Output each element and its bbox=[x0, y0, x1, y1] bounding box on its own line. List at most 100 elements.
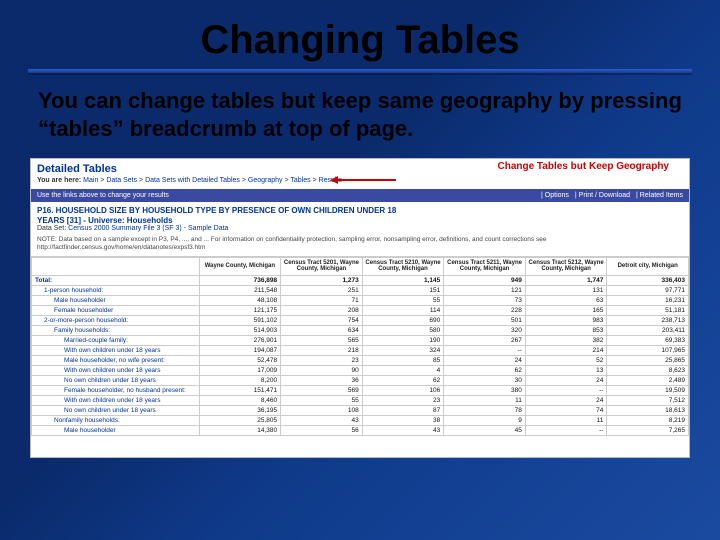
row-label: No own children under 18 years bbox=[32, 405, 200, 415]
changebar-text: Use the links above to change your resul… bbox=[37, 192, 169, 199]
data-cell: 324 bbox=[362, 345, 444, 355]
table-row: Total:736,8981,2731,1459491,747336,403 bbox=[32, 275, 689, 285]
row-label: With own children under 18 years bbox=[32, 345, 200, 355]
data-cell: 19,509 bbox=[607, 385, 689, 395]
data-set-link[interactable]: Census 2000 Summary File 3 (SF 3) - Samp… bbox=[68, 225, 228, 232]
changebar-actions: | Options | Print / Download | Related Ite… bbox=[535, 192, 683, 199]
table-row: No own children under 18 years36,1951088… bbox=[32, 405, 689, 415]
data-cell: 25,865 bbox=[607, 355, 689, 365]
table-row: With own children under 18 years17,00990… bbox=[32, 365, 689, 375]
data-cell: 194,087 bbox=[199, 345, 281, 355]
data-set-line: Data Set: Census 2000 Summary File 3 (SF… bbox=[31, 225, 689, 234]
table-row: With own children under 18 years194,0872… bbox=[32, 345, 689, 355]
data-cell: 18,613 bbox=[607, 405, 689, 415]
data-cell: 74 bbox=[525, 405, 607, 415]
data-cell: 87 bbox=[362, 405, 444, 415]
data-cell: 38 bbox=[362, 415, 444, 425]
table-note: NOTE: Data based on a sample except in P… bbox=[31, 234, 689, 257]
data-cell: 78 bbox=[444, 405, 526, 415]
slide-body-text: You can change tables but keep same geog… bbox=[28, 87, 692, 152]
row-label: With own children under 18 years bbox=[32, 395, 200, 405]
toolbar-action[interactable]: | Related Items bbox=[636, 192, 683, 199]
breadcrumb-link-data-sets-with-detailed-tables[interactable]: Data Sets with Detailed Tables bbox=[145, 177, 240, 184]
data-cell: 106 bbox=[362, 385, 444, 395]
data-cell: 24 bbox=[525, 395, 607, 405]
row-label: No own children under 18 years bbox=[32, 375, 200, 385]
row-label: 1-person household: bbox=[32, 285, 200, 295]
row-label: 2-or-more-person household: bbox=[32, 315, 200, 325]
data-cell: 52 bbox=[525, 355, 607, 365]
breadcrumb-link-geography[interactable]: Geography bbox=[248, 177, 283, 184]
breadcrumb-link-tables[interactable]: Tables bbox=[290, 177, 310, 184]
row-label: Male householder bbox=[32, 295, 200, 305]
data-cell: 1,145 bbox=[362, 275, 444, 285]
breadcrumb-separator: > bbox=[137, 177, 145, 184]
data-cell: 690 bbox=[362, 315, 444, 325]
data-cell: 565 bbox=[281, 335, 363, 345]
row-label: Male householder, no wife present: bbox=[32, 355, 200, 365]
table-row: Male householder, no wife present:52,478… bbox=[32, 355, 689, 365]
embedded-screenshot: Change Tables but Keep Geography Detaile… bbox=[30, 158, 690, 458]
data-cell: 52,478 bbox=[199, 355, 281, 365]
table-row: 2-or-more-person household:591,102754690… bbox=[32, 315, 689, 325]
data-cell: 23 bbox=[281, 355, 363, 365]
data-cell: 17,009 bbox=[199, 365, 281, 375]
data-cell: 11 bbox=[444, 395, 526, 405]
breadcrumb-separator: > bbox=[311, 177, 319, 184]
breadcrumb-link-data-sets[interactable]: Data Sets bbox=[106, 177, 137, 184]
data-cell: 580 bbox=[362, 325, 444, 335]
row-label: Male householder bbox=[32, 425, 200, 435]
data-cell: 8,200 bbox=[199, 375, 281, 385]
data-cell: 36,195 bbox=[199, 405, 281, 415]
data-cell: 591,102 bbox=[199, 315, 281, 325]
data-cell: 9 bbox=[444, 415, 526, 425]
data-cell: 11 bbox=[525, 415, 607, 425]
data-cell: 853 bbox=[525, 325, 607, 335]
toolbar-action[interactable]: | Print / Download bbox=[575, 192, 630, 199]
data-cell: 45 bbox=[444, 425, 526, 435]
data-cell: 107,965 bbox=[607, 345, 689, 355]
data-cell: 208 bbox=[281, 305, 363, 315]
data-table: Wayne County, MichiganCensus Tract 5201,… bbox=[31, 257, 689, 436]
table-title-line2: YEARS [31] - Universe: Households bbox=[37, 216, 173, 225]
data-cell: 73 bbox=[444, 295, 526, 305]
data-cell: 151,471 bbox=[199, 385, 281, 395]
data-cell: 51,181 bbox=[607, 305, 689, 315]
data-cell: 736,898 bbox=[199, 275, 281, 285]
toolbar-action[interactable]: | Options bbox=[541, 192, 569, 199]
data-cell: 108 bbox=[281, 405, 363, 415]
data-cell: 238,713 bbox=[607, 315, 689, 325]
data-set-label: Data Set: bbox=[37, 225, 66, 232]
data-cell: -- bbox=[444, 345, 526, 355]
data-cell: 251 bbox=[281, 285, 363, 295]
data-cell: 62 bbox=[362, 375, 444, 385]
data-cell: 7,512 bbox=[607, 395, 689, 405]
data-cell: 218 bbox=[281, 345, 363, 355]
column-header: Census Tract 5210, Wayne County, Michiga… bbox=[362, 257, 444, 275]
data-cell: 23 bbox=[362, 395, 444, 405]
table-row: Male householder14,380564345--7,265 bbox=[32, 425, 689, 435]
data-cell: -- bbox=[525, 425, 607, 435]
row-label: Total: bbox=[32, 275, 200, 285]
data-cell: 16,231 bbox=[607, 295, 689, 305]
data-cell: 2,489 bbox=[607, 375, 689, 385]
data-cell: 267 bbox=[444, 335, 526, 345]
column-header: Wayne County, Michigan bbox=[199, 257, 281, 275]
table-title-line1: P16. HOUSEHOLD SIZE BY HOUSEHOLD TYPE BY… bbox=[37, 206, 396, 215]
breadcrumb-link-main[interactable]: Main bbox=[83, 177, 98, 184]
data-cell: 97,771 bbox=[607, 285, 689, 295]
table-row: With own children under 18 years8,460552… bbox=[32, 395, 689, 405]
data-cell: 165 bbox=[525, 305, 607, 315]
data-cell: 48,108 bbox=[199, 295, 281, 305]
callout-arrow bbox=[336, 179, 396, 181]
row-label: Female householder bbox=[32, 305, 200, 315]
data-cell: 121 bbox=[444, 285, 526, 295]
table-row: Family households:514,903634580320853203… bbox=[32, 325, 689, 335]
data-cell: 1,273 bbox=[281, 275, 363, 285]
data-cell: 203,411 bbox=[607, 325, 689, 335]
row-label-header bbox=[32, 257, 200, 275]
slide-title: Changing Tables bbox=[28, 18, 692, 63]
data-cell: 43 bbox=[281, 415, 363, 425]
data-cell: 13 bbox=[525, 365, 607, 375]
data-cell: 24 bbox=[444, 355, 526, 365]
